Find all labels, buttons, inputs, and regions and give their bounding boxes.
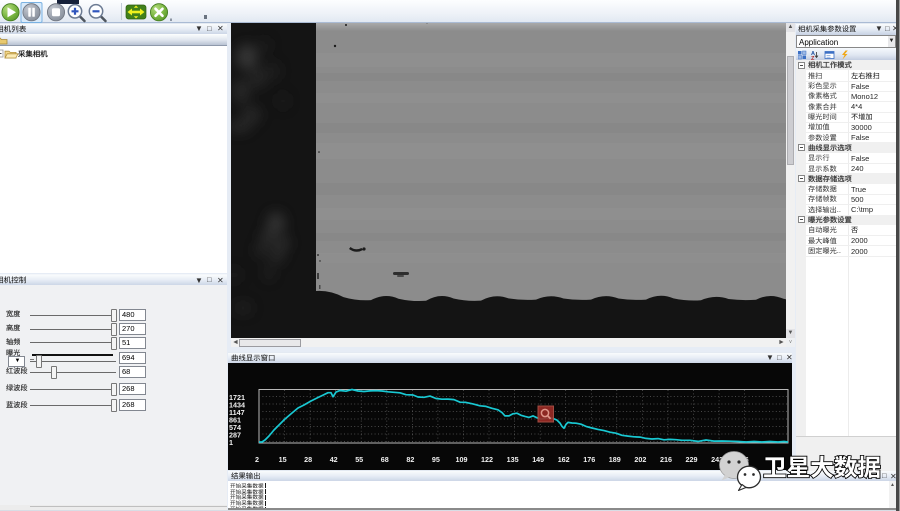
svg-text:176: 176 (583, 455, 595, 464)
svg-text:95: 95 (432, 455, 440, 464)
svg-text:68: 68 (381, 455, 389, 464)
svg-text:135: 135 (507, 455, 519, 464)
svg-text:15: 15 (279, 455, 287, 464)
svg-text:1: 1 (229, 438, 233, 447)
svg-text:216: 216 (660, 455, 672, 464)
svg-text:2: 2 (255, 455, 259, 464)
svg-text:109: 109 (456, 455, 468, 464)
svg-text:42: 42 (330, 455, 338, 464)
svg-text:28: 28 (304, 455, 312, 464)
svg-text:229: 229 (686, 455, 698, 464)
svg-text:162: 162 (558, 455, 570, 464)
svg-text:149: 149 (532, 455, 544, 464)
svg-text:202: 202 (634, 455, 646, 464)
svg-text:122: 122 (481, 455, 493, 464)
svg-text:82: 82 (406, 455, 414, 464)
svg-text:189: 189 (609, 455, 621, 464)
svg-text:55: 55 (355, 455, 363, 464)
